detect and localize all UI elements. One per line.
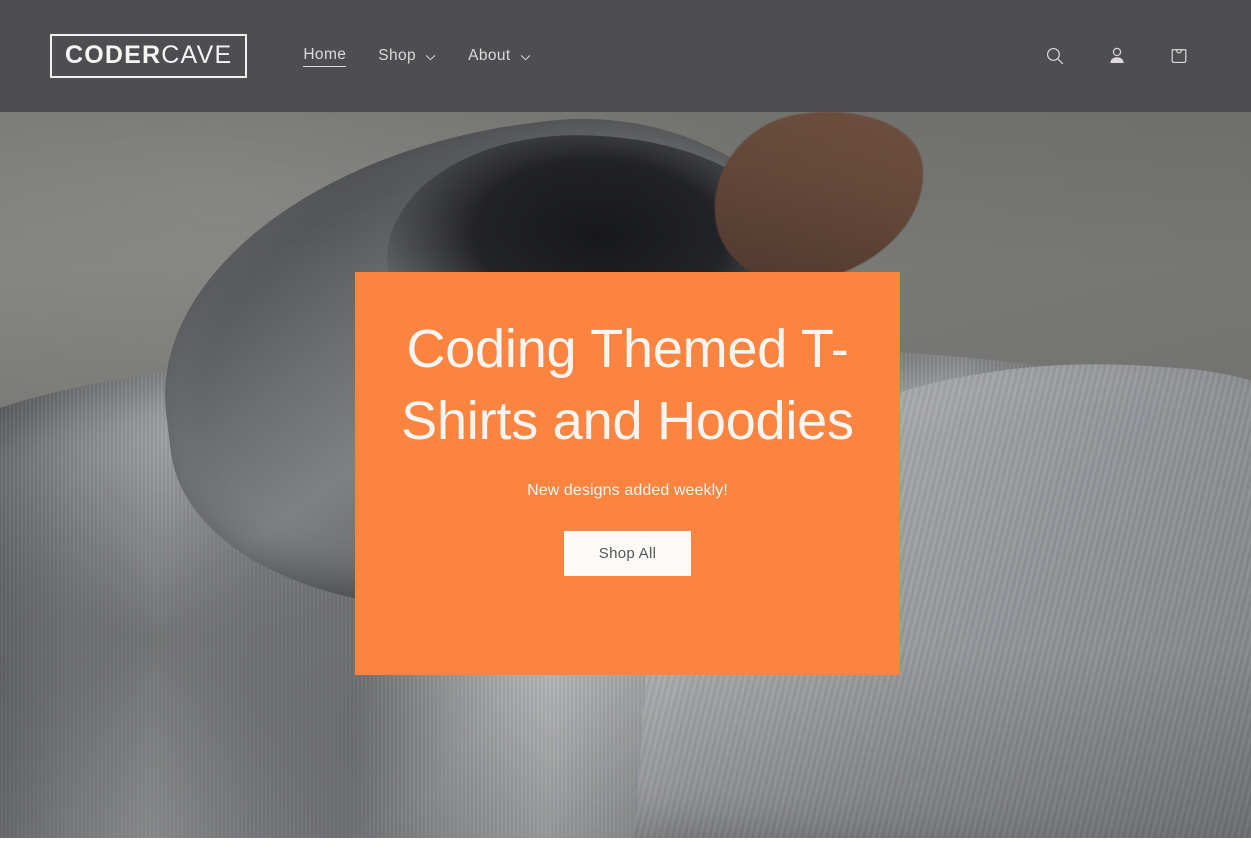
account-button[interactable] [1095,34,1139,78]
shop-all-button[interactable]: Shop All [563,530,692,576]
hero-subtitle: New designs added weekly! [527,481,728,499]
page-bottom-strip [0,838,1251,854]
nav-item-home-label: Home [303,46,347,67]
nav-item-shop-label: Shop [378,47,417,64]
nav-item-about-label: About [468,47,511,64]
cart-icon [1168,45,1190,67]
nav-item-shop[interactable]: Shop [364,37,450,75]
site-header: CODER CAVE Home Shop About [0,0,1251,112]
hero-banner: Coding Themed T-Shirts and Hoodies New d… [0,112,1251,838]
hero-content-card: Coding Themed T-Shirts and Hoodies New d… [355,272,900,675]
chevron-down-icon [425,52,436,63]
nav-item-home[interactable]: Home [289,36,360,77]
chevron-down-icon [520,52,531,63]
search-button[interactable] [1033,34,1077,78]
cart-button[interactable] [1157,34,1201,78]
brand-logo-light: CAVE [161,41,233,69]
account-icon [1106,45,1128,67]
main-navigation: Home Shop About [289,36,544,77]
nav-item-about[interactable]: About [454,37,545,75]
brand-logo-bold: CODER [65,41,162,69]
search-icon [1044,45,1066,67]
brand-logo[interactable]: CODER CAVE [50,34,248,78]
header-actions [1033,34,1201,78]
hero-title: Coding Themed T-Shirts and Hoodies [401,319,854,451]
